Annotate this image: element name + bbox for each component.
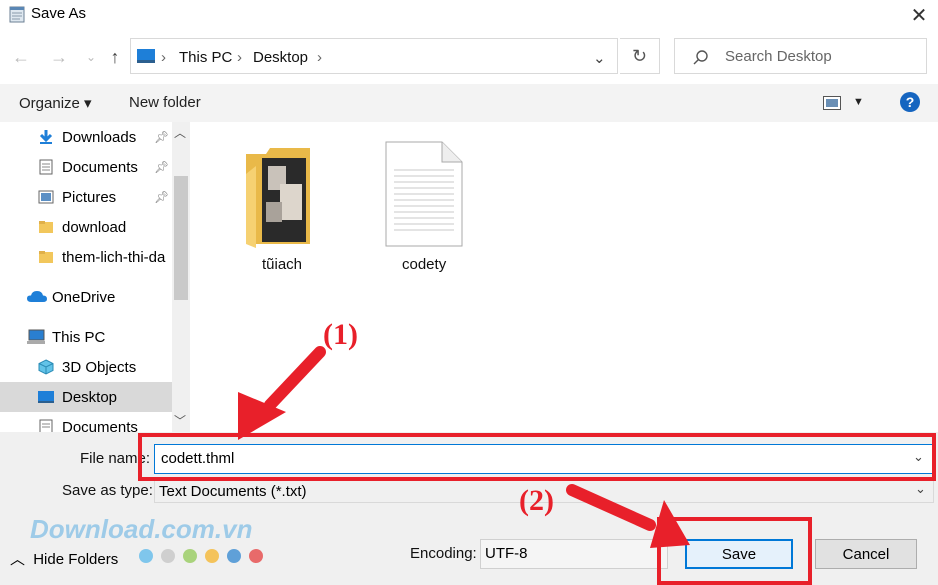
arrow-2-shaft <box>566 484 656 531</box>
arrow-2-head <box>650 500 690 548</box>
annotation-step-1: (1) <box>323 318 358 351</box>
annotation-arrows <box>238 346 690 548</box>
annotation-step-2: (2) <box>519 484 554 517</box>
arrow-1-shaft <box>264 346 326 411</box>
